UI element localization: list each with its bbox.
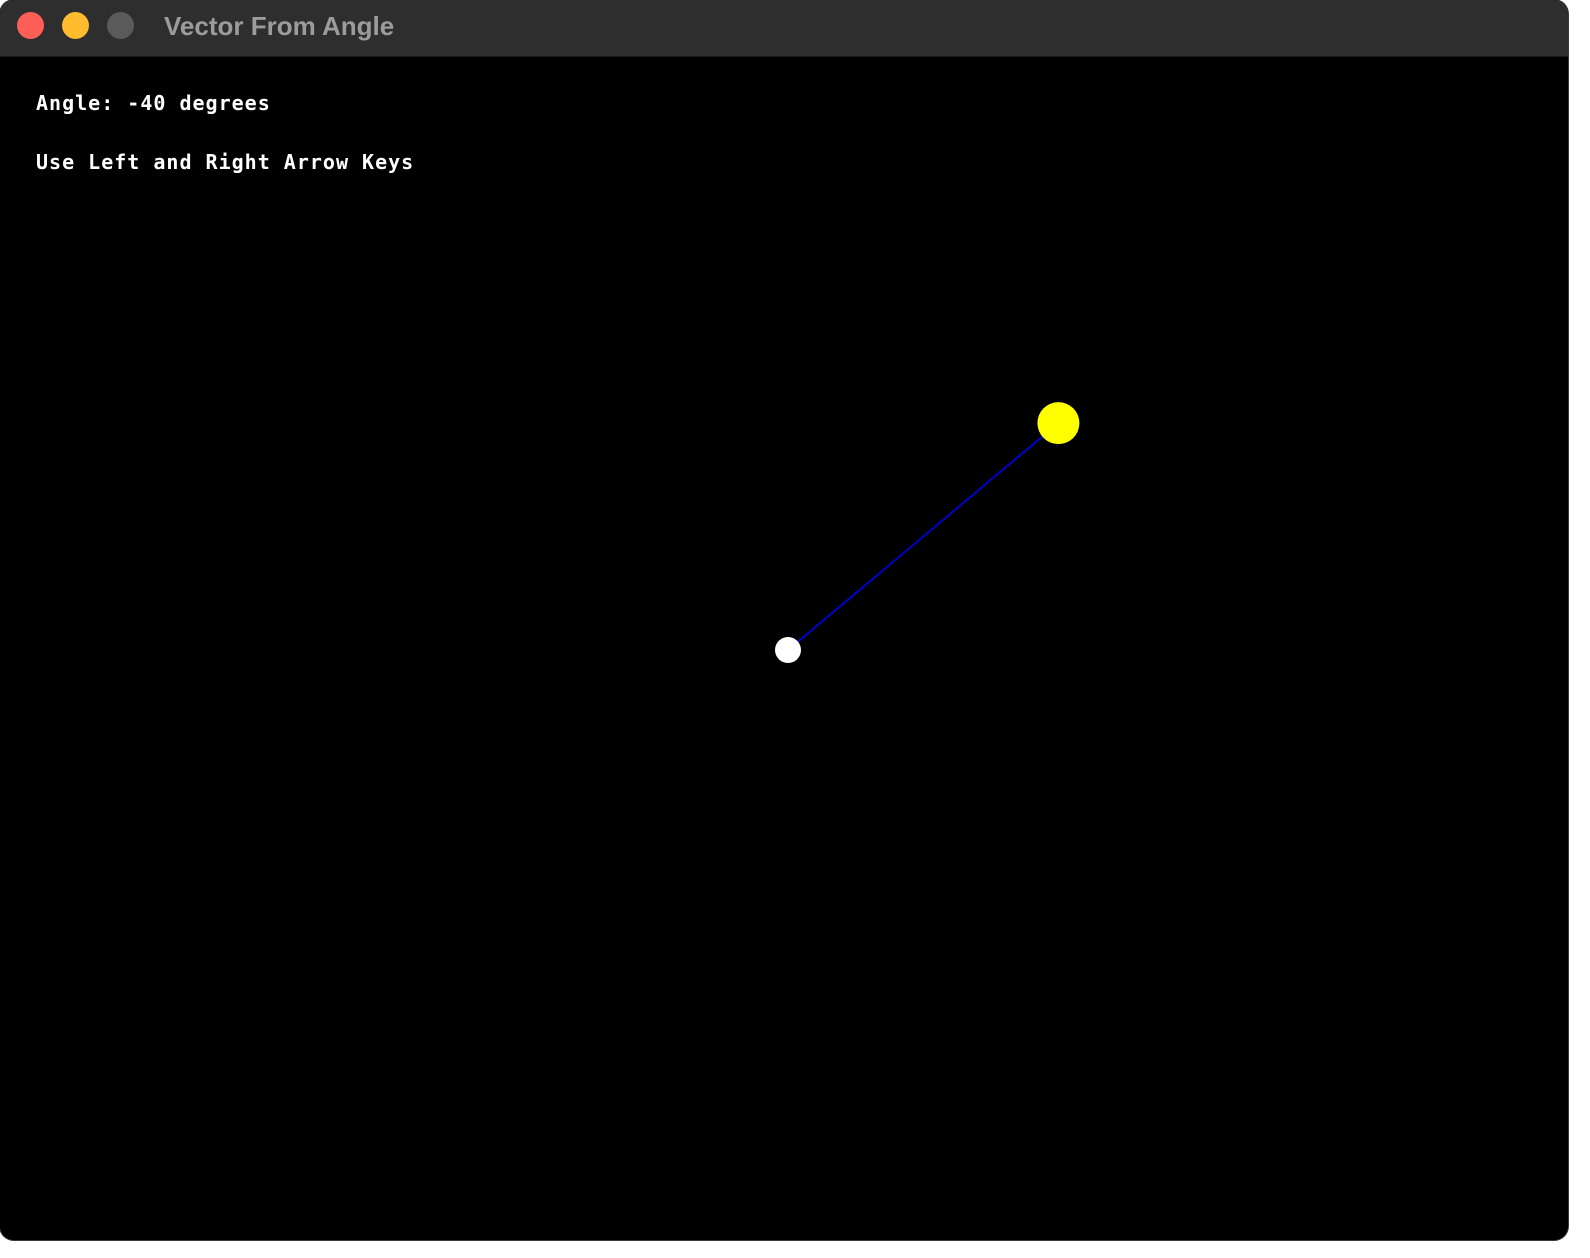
- close-window-button[interactable]: [17, 12, 44, 39]
- game-canvas[interactable]: Angle: -40 degrees Use Left and Right Ar…: [0, 57, 1568, 1240]
- title-bar[interactable]: Vector From Angle: [0, 0, 1568, 57]
- origin-point: [775, 637, 801, 663]
- vector-line: [787, 422, 1060, 651]
- minimize-window-button[interactable]: [62, 12, 89, 39]
- zoom-window-button[interactable]: [107, 12, 134, 39]
- window-title: Vector From Angle: [164, 11, 395, 41]
- angle-readout: Angle: -40 degrees: [36, 91, 271, 115]
- app-window: Vector From Angle Angle: -40 degrees Use…: [0, 0, 1568, 1240]
- angle-unit: degrees: [179, 91, 271, 115]
- angle-label: Angle:: [36, 91, 115, 115]
- instructions-text: Use Left and Right Arrow Keys: [36, 150, 415, 174]
- angle-value: -40: [127, 91, 167, 115]
- vector-scene: [775, 402, 1080, 663]
- vector-tip-point: [1037, 402, 1080, 445]
